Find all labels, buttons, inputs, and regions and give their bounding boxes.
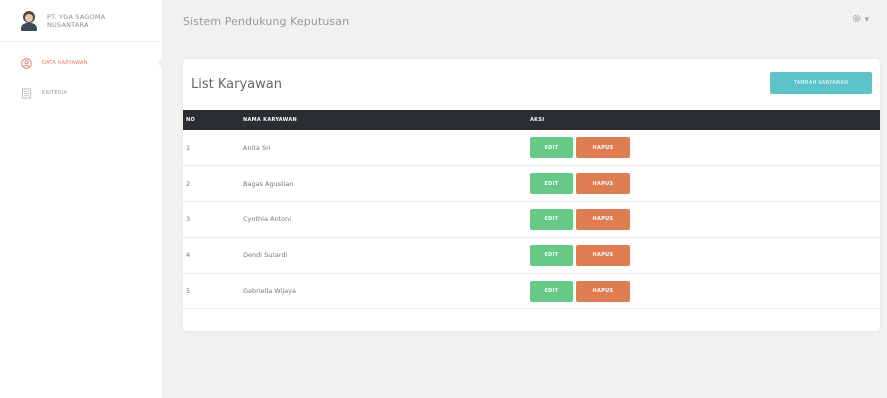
row-number: 1 xyxy=(186,143,191,152)
table-row: 4 Dendi Sutardi EDIT HAPUS xyxy=(183,237,880,274)
column-header-no: NO xyxy=(186,117,196,123)
table-row: 5 Gabriella Wijaya EDIT HAPUS xyxy=(183,273,880,309)
delete-button[interactable]: HAPUS xyxy=(576,244,630,266)
column-header-action: AKSI xyxy=(530,117,545,123)
row-actions: EDIT HAPUS xyxy=(530,166,880,202)
delete-button[interactable]: HAPUS xyxy=(576,137,630,159)
brand-logo-icon xyxy=(20,10,38,31)
row-actions: EDIT HAPUS xyxy=(530,237,880,273)
sidebar: PT. YGA SAGOMA NUSANTARA DATA KARYAWAN K… xyxy=(0,0,163,398)
page-title: Sistem Pendukung Keputusan xyxy=(183,14,350,28)
row-number: 5 xyxy=(186,287,191,296)
row-number: 2 xyxy=(186,179,191,188)
edit-button[interactable]: EDIT xyxy=(530,280,573,302)
active-indicator xyxy=(157,57,163,69)
sidebar-item-label: KRITERIA xyxy=(42,90,68,96)
user-circle-icon xyxy=(20,57,32,69)
card-title: List Karyawan xyxy=(191,77,282,92)
sidebar-item-kriteria[interactable]: KRITERIA xyxy=(0,78,162,108)
settings-menu[interactable]: ▾ xyxy=(852,14,869,26)
column-header-name: NAMA KARYAWAN xyxy=(243,117,297,123)
edit-button[interactable]: EDIT xyxy=(530,173,573,195)
employee-name: Anita Sri xyxy=(243,143,271,152)
gear-icon xyxy=(852,14,861,26)
row-actions: EDIT HAPUS xyxy=(530,202,880,238)
table-header-row: NO NAMA KARYAWAN AKSI xyxy=(183,110,880,130)
table-row: 2 Bagas Agustian EDIT HAPUS xyxy=(183,166,880,202)
sidebar-item-data-karyawan[interactable]: DATA KARYAWAN xyxy=(0,48,163,78)
employee-table: NO NAMA KARYAWAN AKSI 1 Anita Sri EDIT HA… xyxy=(183,110,880,309)
brand: PT. YGA SAGOMA NUSANTARA xyxy=(0,0,162,42)
topbar: Sistem Pendukung Keputusan ▾ xyxy=(163,0,887,42)
brand-line-1: PT. YGA SAGOMA xyxy=(47,12,106,21)
employee-name: Bagas Agustian xyxy=(243,179,294,188)
chevron-down-icon: ▾ xyxy=(864,15,869,25)
list-icon xyxy=(20,87,32,99)
sidebar-item-label: DATA KARYAWAN xyxy=(42,60,88,66)
row-actions: EDIT HAPUS xyxy=(530,273,880,309)
row-number: 3 xyxy=(186,215,191,224)
employee-name: Cynthia Antoni xyxy=(243,215,292,224)
table-row: 1 Anita Sri EDIT HAPUS xyxy=(183,130,880,166)
edit-button[interactable]: EDIT xyxy=(530,137,573,159)
row-number: 4 xyxy=(186,251,191,260)
brand-line-2: NUSANTARA xyxy=(47,20,89,29)
delete-button[interactable]: HAPUS xyxy=(576,280,630,302)
employee-name: Gabriella Wijaya xyxy=(243,287,296,296)
row-actions: EDIT HAPUS xyxy=(530,130,880,166)
edit-button[interactable]: EDIT xyxy=(530,244,573,266)
employee-card: List Karyawan TAMBAH KARYAWAN NO NAMA KA… xyxy=(183,59,880,331)
add-employee-button[interactable]: TAMBAH KARYAWAN xyxy=(770,72,872,94)
delete-button[interactable]: HAPUS xyxy=(576,173,630,195)
edit-button[interactable]: EDIT xyxy=(530,208,573,230)
table-row: 3 Cynthia Antoni EDIT HAPUS xyxy=(183,202,880,238)
employee-name: Dendi Sutardi xyxy=(243,251,288,260)
delete-button[interactable]: HAPUS xyxy=(576,208,630,230)
brand-name: PT. YGA SAGOMA NUSANTARA xyxy=(47,13,105,29)
